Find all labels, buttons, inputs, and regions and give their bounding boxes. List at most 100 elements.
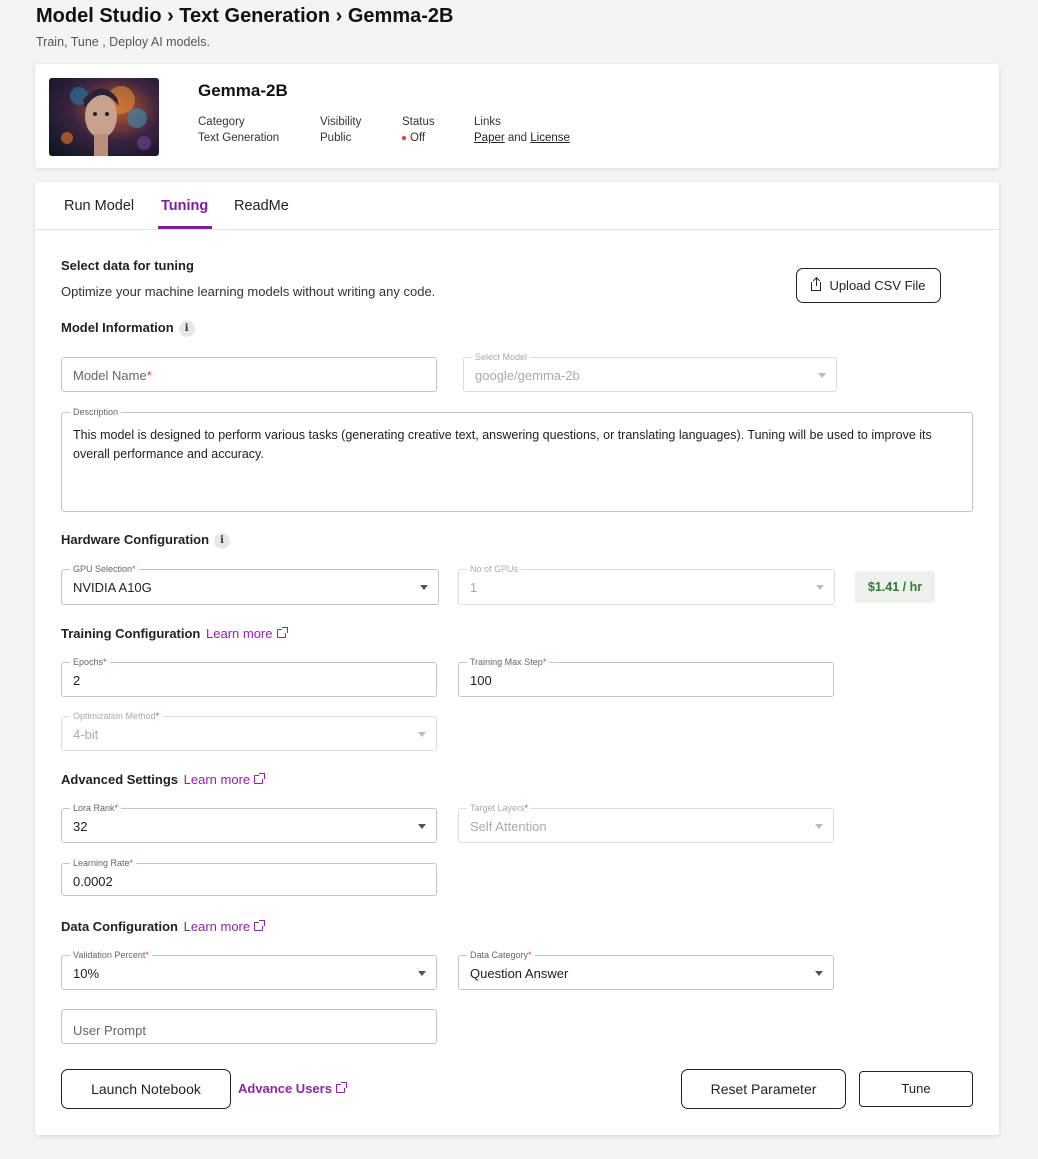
upload-csv-button[interactable]: Upload CSV File <box>796 268 941 303</box>
training-title: Training Configuration <box>61 626 201 641</box>
visibility-meta: Visibility Public <box>320 116 361 144</box>
training-learn-more-link[interactable]: Learn more <box>206 626 288 641</box>
description-field[interactable]: Description This model is designed to pe… <box>61 406 973 512</box>
model-name-placeholder: Model Name <box>73 368 147 383</box>
description-value: This model is designed to perform variou… <box>73 428 932 461</box>
chevron-down-icon <box>816 585 824 590</box>
target-layers-value: Self Attention <box>470 819 547 834</box>
paper-link[interactable]: Paper <box>474 132 505 144</box>
tab-bar: Run Model Tuning ReadMe <box>35 182 999 230</box>
data-category-field[interactable]: Data Category* Question Answer <box>458 949 834 990</box>
advance-users-link[interactable]: Advance Users <box>238 1081 347 1096</box>
status-label: Status <box>402 116 435 128</box>
lora-rank-value: 32 <box>73 819 88 834</box>
status-dot-icon <box>402 135 406 140</box>
visibility-label: Visibility <box>320 116 362 128</box>
chevron-down-icon <box>420 585 428 590</box>
launch-notebook-button[interactable]: Launch Notebook <box>61 1069 231 1109</box>
model-thumbnail <box>49 78 159 156</box>
status-badge: Off <box>402 132 435 144</box>
info-icon[interactable]: i <box>178 320 195 337</box>
chevron-down-icon <box>418 824 426 829</box>
description-label: Description <box>70 406 122 418</box>
data-config-learn-more-link[interactable]: Learn more <box>184 919 266 934</box>
user-prompt-field[interactable]: User Prompt <box>61 1009 437 1044</box>
external-link-icon <box>335 1082 347 1093</box>
hardware-title: Hardware Configuration <box>61 532 210 547</box>
chevron-down-icon <box>418 732 426 737</box>
external-link-icon <box>254 773 266 784</box>
hardware-heading: Hardware Configuration i <box>61 532 231 549</box>
model-name-field[interactable]: Model Name* <box>61 357 437 392</box>
external-link-icon <box>254 920 266 931</box>
lora-rank-label: Lora Rank* <box>70 802 122 814</box>
tune-button[interactable]: Tune <box>859 1071 973 1107</box>
advanced-heading: Advanced Settings Learn more <box>61 772 266 787</box>
gpu-selection-label: GPU Selection* <box>70 563 139 575</box>
optimization-method-field[interactable]: Optimization Method* 4-bit <box>61 710 437 751</box>
learning-rate-value: 0.0002 <box>73 874 113 889</box>
category-value: Text Generation <box>198 132 280 144</box>
reset-parameter-button[interactable]: Reset Parameter <box>681 1069 846 1109</box>
breadcrumb: Model Studio › Text Generation › Gemma-2… <box>36 5 454 27</box>
tab-run-model[interactable]: Run Model <box>64 198 134 214</box>
target-layers-label: Target Layers* <box>467 802 532 814</box>
epochs-label: Epochs* <box>70 656 110 668</box>
select-model-value: google/gemma-2b <box>475 368 580 383</box>
links-and-text: and <box>504 132 531 144</box>
visibility-value: Public <box>320 132 352 144</box>
upload-icon <box>811 278 822 291</box>
info-icon[interactable]: i <box>214 532 231 549</box>
data-config-title: Data Configuration <box>61 919 178 934</box>
optimization-method-label: Optimization Method* <box>70 710 163 722</box>
data-config-heading: Data Configuration Learn more <box>61 919 266 934</box>
training-max-step-value: 100 <box>470 673 492 688</box>
category-meta: Category Text Generation <box>198 116 279 144</box>
advanced-title: Advanced Settings <box>61 772 179 787</box>
learning-rate-field[interactable]: Learning Rate* 0.0002 <box>61 857 437 896</box>
optimization-method-value: 4-bit <box>73 727 99 742</box>
user-prompt-placeholder: User Prompt <box>73 1023 146 1038</box>
training-max-step-field[interactable]: Training Max Step* 100 <box>458 656 834 697</box>
lora-rank-field[interactable]: Lora Rank* 32 <box>61 802 437 843</box>
validation-percent-value: 10% <box>73 966 100 981</box>
target-layers-field[interactable]: Target Layers* Self Attention <box>458 802 834 843</box>
model-summary-card: Gemma-2B Category Text Generation Visibi… <box>35 64 999 168</box>
num-gpus-value: 1 <box>470 580 478 595</box>
category-label: Category <box>198 116 245 128</box>
gpu-selection-value: NVIDIA A10G <box>73 580 152 595</box>
chevron-down-icon <box>818 373 826 378</box>
num-gpus-label: No of GPUs <box>467 563 522 575</box>
model-thumbnail-image <box>49 78 159 156</box>
epochs-value: 2 <box>73 673 81 688</box>
tuning-card: Run Model Tuning ReadMe Select data for … <box>35 182 999 1135</box>
validation-percent-field[interactable]: Validation Percent* 10% <box>61 949 437 990</box>
tab-tuning[interactable]: Tuning <box>161 198 208 214</box>
select-model-label: Select Model <box>472 351 531 363</box>
chevron-down-icon <box>418 971 426 976</box>
select-model-field[interactable]: Select Model google/gemma-2b <box>463 351 837 392</box>
chevron-down-icon <box>815 971 823 976</box>
epochs-field[interactable]: Epochs* 2 <box>61 656 437 697</box>
chevron-down-icon <box>815 824 823 829</box>
advanced-learn-more-link[interactable]: Learn more <box>184 772 266 787</box>
active-tab-indicator <box>158 226 212 229</box>
learning-rate-label: Learning Rate* <box>70 857 137 869</box>
status-meta: Status Off <box>402 116 435 144</box>
status-value: Off <box>410 132 426 144</box>
num-gpus-field[interactable]: No of GPUs 1 <box>458 563 835 605</box>
gpu-selection-field[interactable]: GPU Selection* NVIDIA A10G <box>61 563 439 605</box>
training-max-step-label: Training Max Step* <box>467 656 550 668</box>
tab-readme[interactable]: ReadMe <box>234 198 289 214</box>
price-badge: $1.41 / hr <box>855 571 935 603</box>
model-name: Gemma-2B <box>198 81 288 100</box>
upload-csv-label: Upload CSV File <box>829 278 926 293</box>
external-link-icon <box>276 627 288 638</box>
model-info-title: Model Information <box>61 320 174 335</box>
license-link[interactable]: License <box>530 132 570 144</box>
data-category-label: Data Category* <box>467 949 535 961</box>
training-heading: Training Configuration Learn more <box>61 626 288 641</box>
links-meta: Links Paper and License <box>474 116 570 144</box>
data-category-value: Question Answer <box>470 966 569 981</box>
page-subtitle: Train, Tune , Deploy AI models. <box>36 35 210 49</box>
